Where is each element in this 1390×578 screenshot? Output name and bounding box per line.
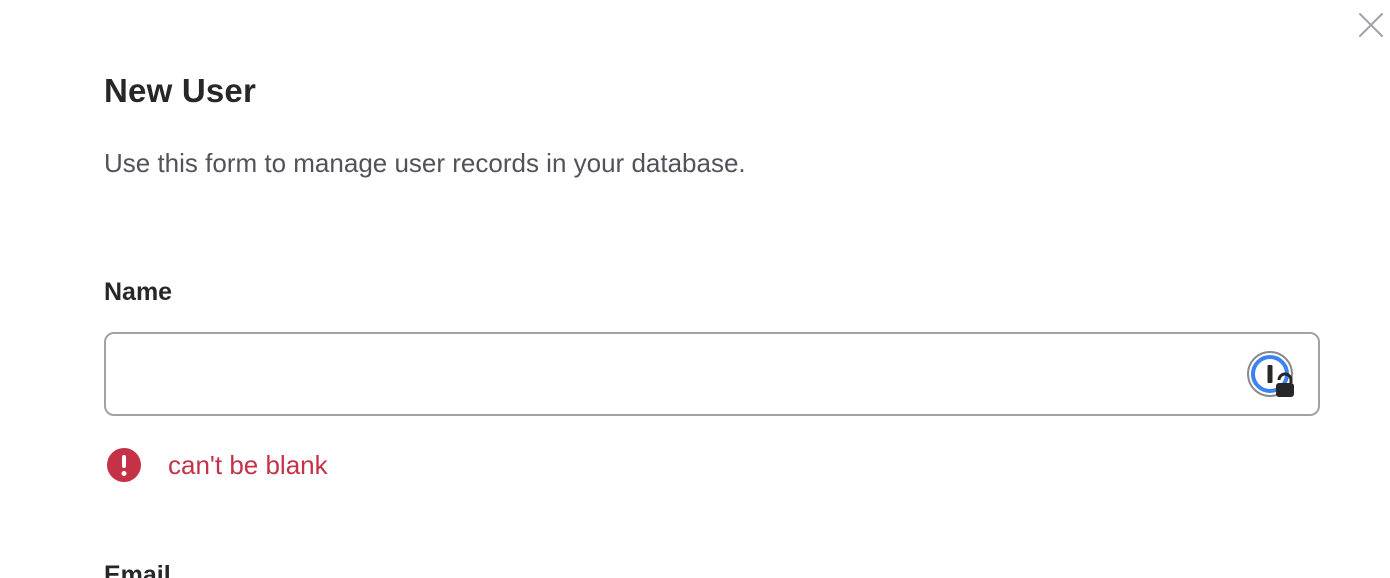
error-exclamation-icon — [106, 447, 142, 483]
name-error-text: can't be blank — [168, 449, 328, 480]
password-manager-icon — [1247, 351, 1294, 397]
new-user-dialog: New User Use this form to manage user re… — [0, 0, 1390, 578]
name-input[interactable] — [104, 332, 1320, 416]
password-manager-button[interactable] — [1246, 350, 1298, 400]
name-field-label: Name — [104, 278, 173, 306]
close-button[interactable] — [1356, 10, 1386, 40]
name-error-message: can't be blank — [106, 447, 328, 483]
dialog-description: Use this form to manage user records in … — [104, 148, 746, 178]
close-icon — [1359, 13, 1383, 37]
email-field-label: Email — [104, 561, 171, 578]
dialog-title: New User — [104, 72, 257, 109]
